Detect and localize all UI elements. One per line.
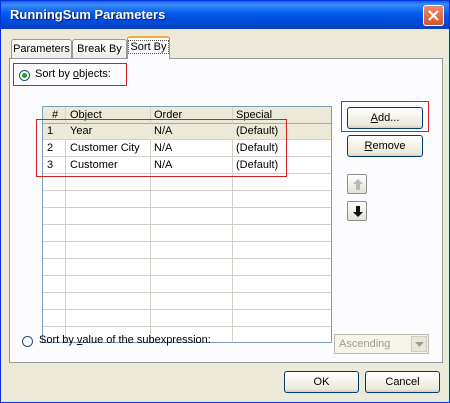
special-cell: (Default)	[236, 125, 279, 137]
special-cell: (Default)	[236, 142, 279, 154]
column-header-object[interactable]: Object	[70, 109, 102, 121]
radio-selected-dot	[22, 73, 27, 78]
order-dropdown[interactable]: Ascending	[334, 334, 429, 354]
object-cell: Customer City	[70, 142, 140, 154]
table-row-empty[interactable]	[43, 294, 331, 310]
table-row-empty[interactable]	[43, 209, 331, 225]
title-bar[interactable]: RunningSum Parameters	[1, 1, 449, 29]
sort-by-value-radio[interactable]	[22, 336, 33, 347]
sort-by-objects-label[interactable]: Sort by objects:	[35, 68, 111, 80]
order-dropdown-value: Ascending	[339, 338, 391, 350]
sort-by-objects-radio[interactable]	[19, 70, 30, 81]
cancel-button[interactable]: Cancel	[365, 371, 440, 393]
table-row-empty[interactable]	[43, 192, 331, 208]
special-cell: (Default)	[236, 159, 279, 171]
object-cell: Customer	[70, 159, 118, 171]
dropdown-button[interactable]	[411, 336, 427, 352]
order-cell: N/A	[154, 159, 173, 171]
row-number: 3	[47, 159, 54, 171]
close-icon	[428, 10, 439, 21]
table-row-empty[interactable]	[43, 175, 331, 191]
order-cell: N/A	[154, 142, 173, 154]
sort-by-panel: Sort by objects: # Object Order Special …	[9, 58, 443, 363]
chevron-down-icon	[415, 342, 424, 347]
button-label: dd...	[377, 112, 400, 124]
table-row[interactable]: 3 Customer N/A (Default)	[43, 158, 331, 174]
tab-sort-by-label: Sort By	[128, 40, 169, 54]
arrow-up-icon	[353, 179, 363, 190]
label-text: bjects:	[79, 68, 111, 80]
table-row-empty[interactable]	[43, 311, 331, 327]
arrow-down-icon	[353, 206, 363, 217]
tab-sort-by[interactable]: Sort By	[127, 36, 170, 59]
add-button[interactable]: Add...	[347, 107, 423, 129]
table-row[interactable]: 1 Year N/A (Default)	[43, 124, 331, 140]
move-down-button[interactable]	[347, 201, 367, 221]
table-row-empty[interactable]	[43, 226, 331, 242]
tab-parameters[interactable]: Parameters	[11, 39, 72, 59]
sort-by-value-label[interactable]: Sort by value of the subexpression:	[39, 334, 211, 346]
table-row-empty[interactable]	[43, 243, 331, 259]
window-title: RunningSum Parameters	[10, 7, 166, 22]
accelerator-key: A	[370, 112, 378, 124]
close-button[interactable]	[423, 5, 444, 26]
move-up-button[interactable]	[347, 174, 367, 194]
row-number: 1	[47, 125, 54, 137]
row-number: 2	[47, 142, 54, 154]
ok-button[interactable]: OK	[284, 371, 359, 393]
column-header-order[interactable]: Order	[154, 109, 182, 121]
label-text: Sort by	[35, 68, 73, 80]
order-cell: N/A	[154, 125, 173, 137]
dialog-window: RunningSum Parameters Parameters Break B…	[0, 0, 450, 403]
table-row[interactable]: 2 Customer City N/A (Default)	[43, 141, 331, 157]
object-cell: Year	[70, 125, 93, 137]
sort-objects-grid[interactable]: # Object Order Special 1 Year N/A (Defau…	[42, 106, 332, 343]
table-row-empty[interactable]	[43, 260, 331, 276]
tab-break-by[interactable]: Break By	[72, 39, 127, 59]
column-header-num[interactable]: #	[52, 109, 58, 121]
label-text: Sort by	[39, 334, 77, 346]
column-header-special[interactable]: Special	[236, 109, 272, 121]
remove-button[interactable]: Remove	[347, 135, 423, 157]
table-row-empty[interactable]	[43, 277, 331, 293]
button-label: emove	[372, 140, 406, 152]
label-text: alue of the subexpression:	[82, 334, 211, 346]
